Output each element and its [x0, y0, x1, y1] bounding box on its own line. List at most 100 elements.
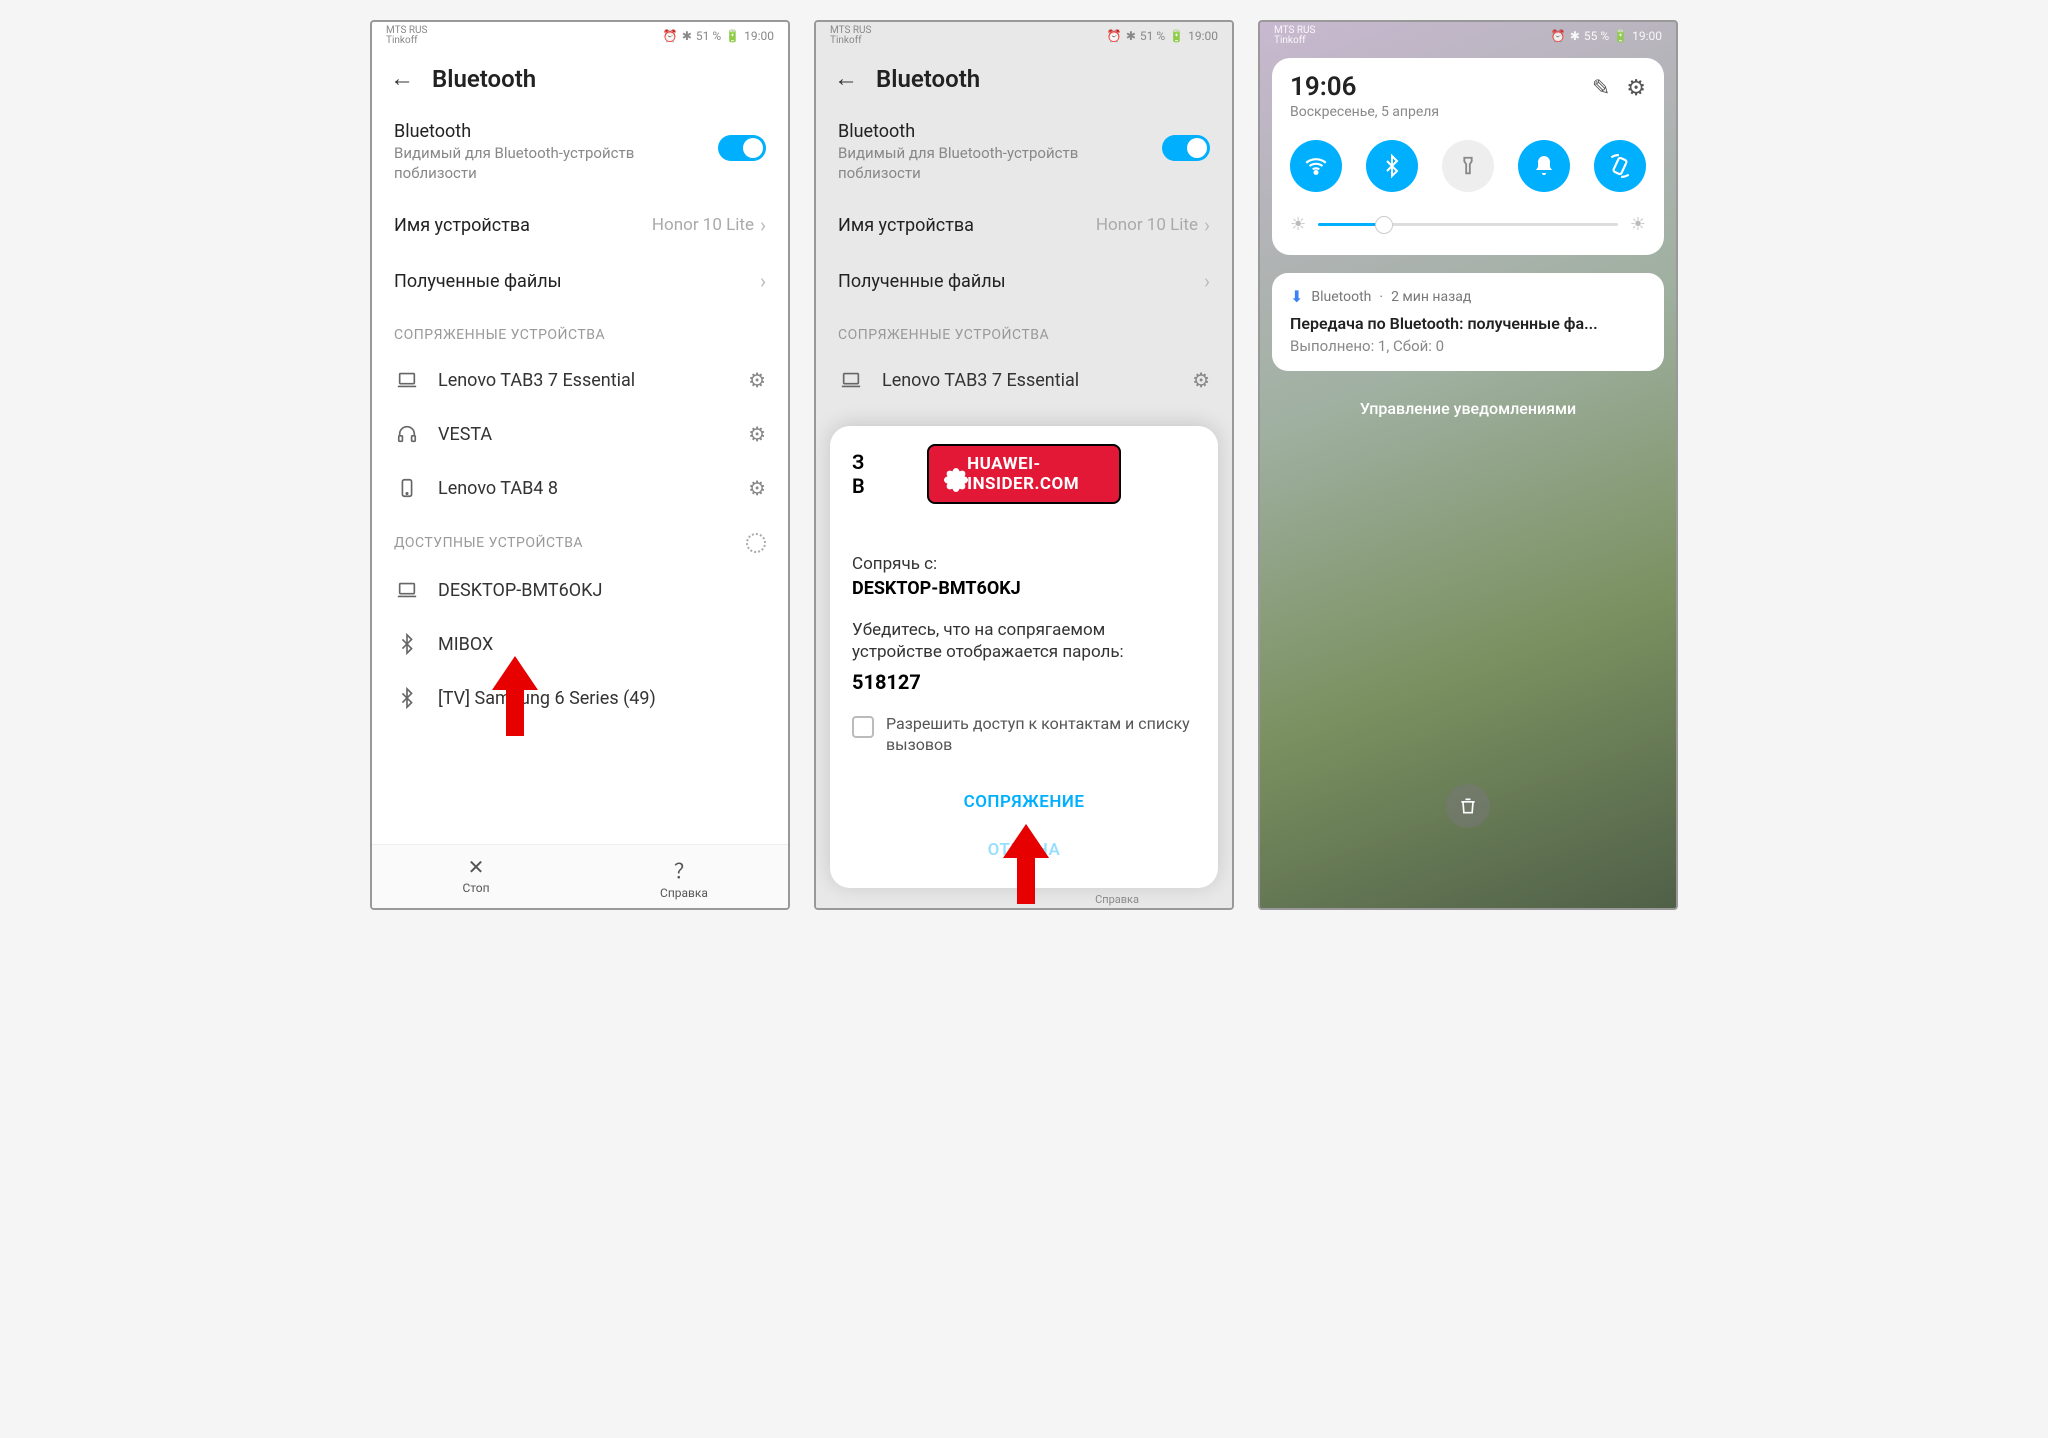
screen-2-pairing-dialog: MTS RUS Tinkoff ⏰ ✱ 51 % 🔋 19:00 ← Bluet…	[814, 20, 1234, 910]
device-name-label: Имя устройства	[394, 215, 530, 236]
edit-icon[interactable]: ✎	[1592, 76, 1610, 101]
back-button[interactable]: ←	[834, 64, 858, 93]
alarm-icon: ⏰	[663, 29, 678, 43]
battery-text: 51 %	[1140, 29, 1165, 43]
gear-icon[interactable]: ⚙	[748, 422, 766, 446]
device-name-value: Honor 10 Lite	[652, 215, 754, 235]
paired-devices-header: СОПРЯЖЕННЫЕ УСТРОЙСТВА	[372, 309, 788, 353]
bluetooth-toggle-switch[interactable]	[1162, 135, 1210, 161]
paired-device-row[interactable]: Lenovo TAB3 7 Essential ⚙	[372, 353, 788, 407]
chevron-right-icon: ›	[1204, 269, 1210, 293]
notif-age: 2 мин назад	[1391, 289, 1471, 305]
bluetooth-icon	[394, 685, 420, 711]
back-button[interactable]: ←	[390, 64, 414, 93]
pair-with-label: Сопрячь с:	[852, 554, 1196, 574]
help-label: Справка	[1095, 893, 1139, 906]
pairing-dialog: ЗB HUAWEI-INSIDER.COM Сопрячь с: DESKTOP…	[830, 426, 1218, 888]
device-label: VESTA	[438, 424, 730, 445]
brightness-slider[interactable]: ☀ ☀	[1290, 214, 1646, 235]
laptop-icon	[394, 577, 420, 603]
battery-text: 51 %	[696, 29, 721, 43]
laptop-icon	[838, 367, 864, 393]
cancel-button[interactable]: ОТМЕНА	[852, 830, 1196, 870]
received-files-row[interactable]: Полученные файлы ›	[372, 253, 788, 309]
auto-rotate-toggle[interactable]	[1594, 140, 1646, 192]
device-name-row[interactable]: Имя устройства Honor 10 Lite ›	[816, 197, 1232, 253]
page-title: Bluetooth	[432, 65, 536, 93]
received-files-label: Полученные файлы	[394, 271, 562, 292]
available-device-row[interactable]: MIBOX	[372, 617, 788, 671]
watermark-badge: HUAWEI-INSIDER.COM	[927, 444, 1121, 504]
gear-icon[interactable]: ⚙	[1192, 368, 1210, 392]
flashlight-toggle[interactable]	[1442, 140, 1494, 192]
status-right: ⏰ ✱ 51 % 🔋 19:00	[1107, 29, 1218, 43]
battery-icon: 🔋	[725, 29, 740, 43]
download-icon: ⬇	[1290, 287, 1303, 306]
help-button[interactable]: ？ Справка	[580, 845, 788, 908]
bluetooth-icon: ✱	[1570, 29, 1580, 43]
screen-3-notification-shade: MTS RUS Tinkoff ⏰ ✱ 55 % 🔋 19:00 19:06 В…	[1258, 20, 1678, 910]
alarm-icon: ⏰	[1551, 29, 1566, 43]
notifications-toggle[interactable]	[1518, 140, 1570, 192]
quick-settings-panel: 19:06 Воскресенье, 5 апреля ✎ ⚙	[1272, 58, 1664, 255]
pair-hint-text: Убедитесь, что на сопрягаемом устройстве…	[852, 619, 1196, 665]
allow-contacts-label: Разрешить доступ к контактам и списку вы…	[886, 714, 1196, 756]
status-bar: MTS RUS Tinkoff ⏰ ✱ 51 % 🔋 19:00	[816, 22, 1232, 50]
notif-source: Bluetooth	[1311, 289, 1371, 305]
bottom-toolbar-bg: Справка	[816, 893, 1232, 906]
chevron-right-icon: ›	[760, 269, 766, 293]
allow-contacts-checkbox[interactable]	[852, 716, 874, 738]
device-label: MIBOX	[438, 634, 766, 655]
device-label: DESKTOP-BMT6OKJ	[438, 580, 766, 601]
device-name-value: Honor 10 Lite	[1096, 215, 1198, 235]
scanning-spinner-icon	[746, 533, 766, 553]
device-label: Lenovo TAB3 7 Essential	[882, 370, 1174, 391]
stop-scan-button[interactable]: ✕ Стоп	[372, 845, 580, 908]
notif-title: Передача по Bluetooth: полученные фа...	[1290, 314, 1646, 333]
notif-body: Выполнено: 1, Сбой: 0	[1290, 337, 1646, 355]
brightness-track[interactable]	[1318, 223, 1618, 226]
available-devices-header: ДОСТУПНЫЕ УСТРОЙСТВА	[372, 515, 788, 563]
bottom-toolbar: ✕ Стоп ？ Справка	[372, 844, 788, 908]
clock-text: 19:00	[1632, 29, 1662, 43]
manage-notifications-link[interactable]: Управление уведомлениями	[1260, 399, 1676, 418]
clock-text: 19:00	[744, 29, 774, 43]
available-device-row[interactable]: [TV] Samsung 6 Series (49)	[372, 671, 788, 725]
paired-devices-header: СОПРЯЖЕННЫЕ УСТРОЙСТВА	[816, 309, 1232, 353]
gear-icon[interactable]: ⚙	[748, 476, 766, 500]
paired-device-row[interactable]: VESTA ⚙	[372, 407, 788, 461]
battery-icon: 🔋	[1613, 29, 1628, 43]
clock-text: 19:00	[1188, 29, 1218, 43]
bluetooth-toggle-row[interactable]: Bluetooth Видимый для Bluetooth-устройст…	[816, 107, 1232, 197]
bluetooth-icon	[394, 631, 420, 657]
bluetooth-toggle-row[interactable]: Bluetooth Видимый для Bluetooth-устройст…	[372, 107, 788, 197]
notification-card[interactable]: ⬇ Bluetooth · 2 мин назад Передача по Bl…	[1272, 273, 1664, 371]
device-name-label: Имя устройства	[838, 215, 974, 236]
bluetooth-toggle[interactable]	[1366, 140, 1418, 192]
huawei-logo-icon	[945, 463, 961, 485]
bluetooth-toggle-switch[interactable]	[718, 135, 766, 161]
status-carrier: MTS RUS Tinkoff	[830, 26, 871, 46]
paired-device-row[interactable]: Lenovo TAB4 8 ⚙	[372, 461, 788, 515]
pair-button[interactable]: СОПРЯЖЕНИЕ	[852, 782, 1196, 822]
paired-device-row[interactable]: Lenovo TAB3 7 Essential ⚙	[816, 353, 1232, 407]
pair-device-name: DESKTOP-BMT6OKJ	[852, 578, 1196, 599]
bluetooth-icon: ✱	[682, 29, 692, 43]
help-icon: ？	[580, 855, 788, 884]
wifi-toggle[interactable]	[1290, 140, 1342, 192]
qs-date: Воскресенье, 5 апреля	[1290, 104, 1439, 120]
close-icon: ✕	[372, 855, 580, 879]
allow-contacts-row[interactable]: Разрешить доступ к контактам и списку вы…	[852, 714, 1196, 756]
gear-icon[interactable]: ⚙	[748, 368, 766, 392]
gear-icon[interactable]: ⚙	[1626, 76, 1646, 101]
bluetooth-toggle-sub: Видимый для Bluetooth-устройств поблизос…	[838, 144, 1162, 183]
battery-text: 55 %	[1584, 29, 1609, 43]
clear-all-button[interactable]	[1446, 784, 1490, 828]
bluetooth-toggle-label: Bluetooth	[394, 121, 718, 142]
status-bar: MTS RUS Tinkoff ⏰ ✱ 55 % 🔋 19:00	[1260, 22, 1676, 50]
chevron-right-icon: ›	[1204, 213, 1210, 237]
available-device-row[interactable]: DESKTOP-BMT6OKJ	[372, 563, 788, 617]
device-name-row[interactable]: Имя устройства Honor 10 Lite ›	[372, 197, 788, 253]
received-files-row[interactable]: Полученные файлы ›	[816, 253, 1232, 309]
page-title: Bluetooth	[876, 65, 980, 93]
